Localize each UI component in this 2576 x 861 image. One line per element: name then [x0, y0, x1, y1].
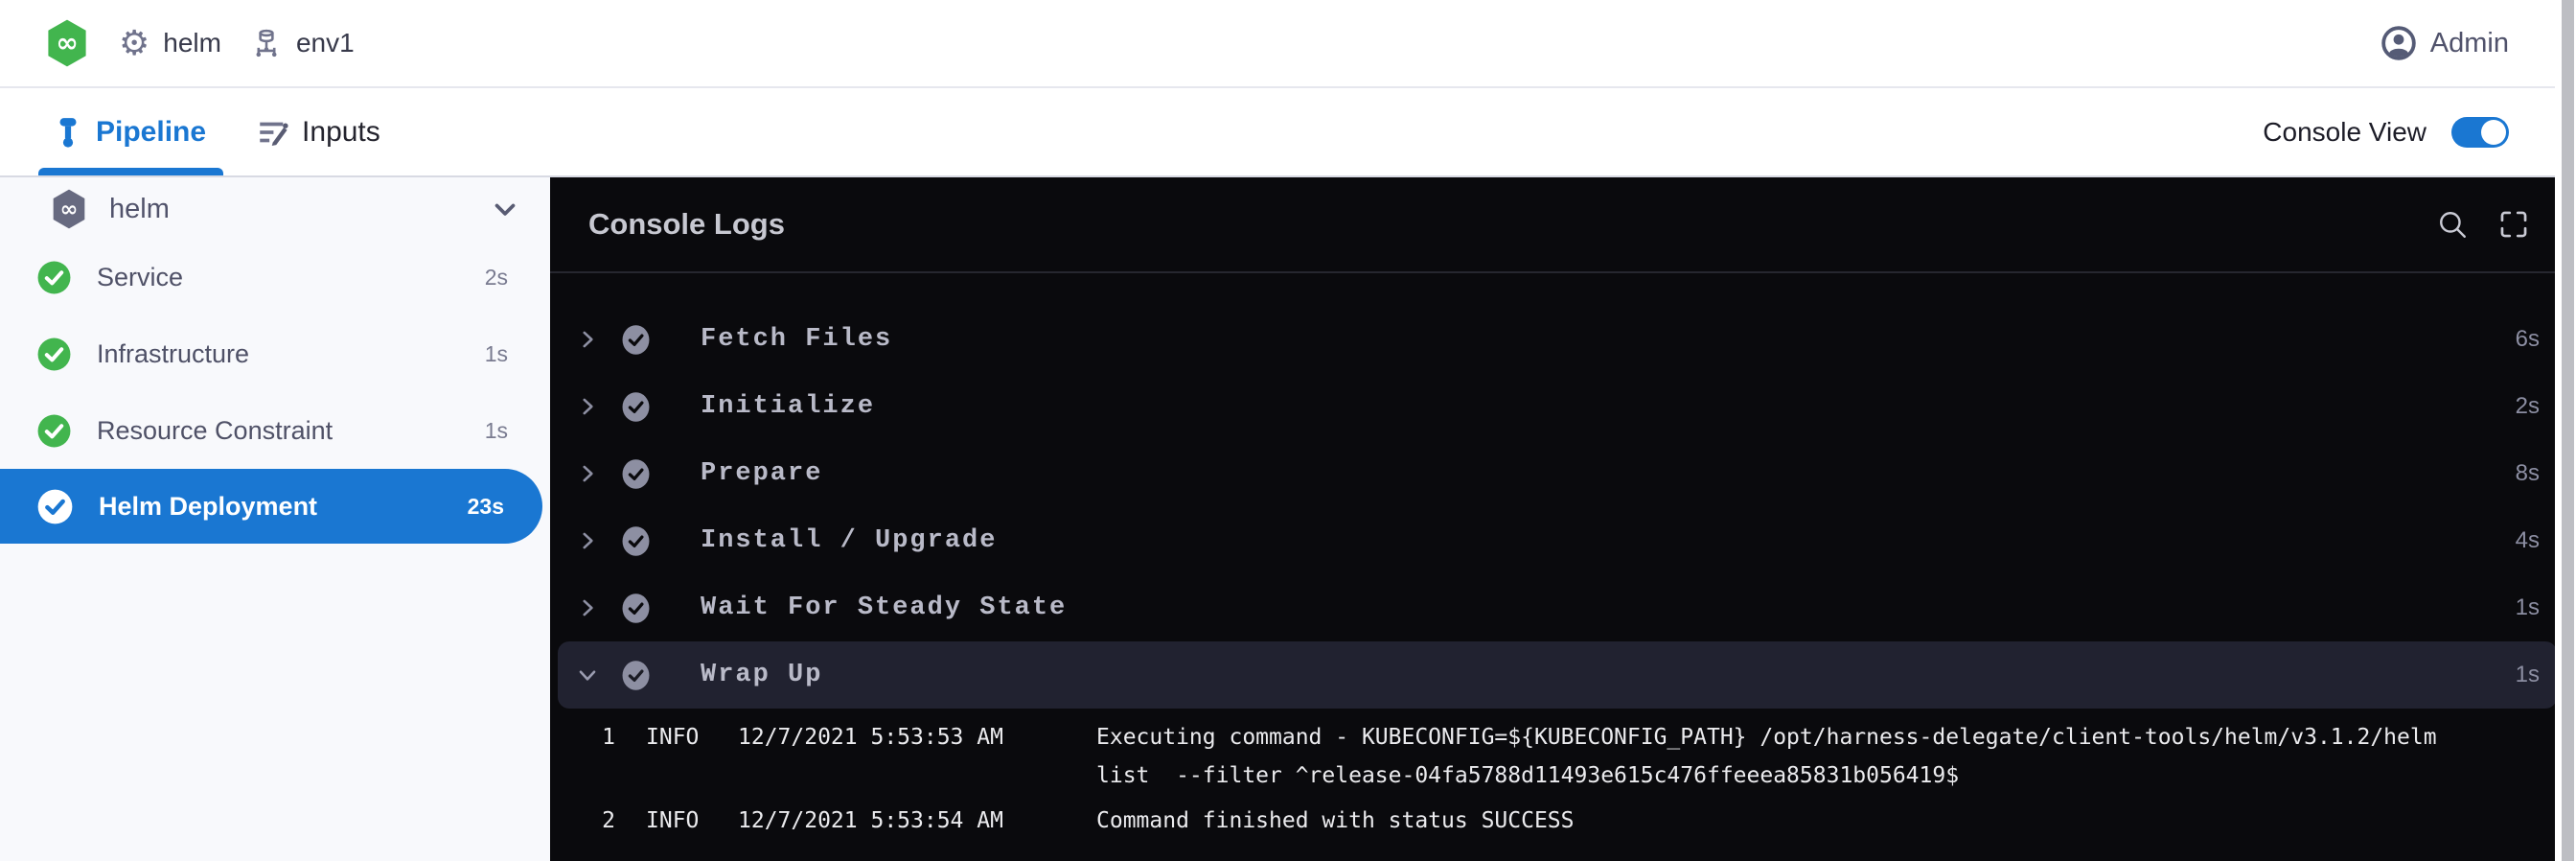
environment-group[interactable]: env1 [250, 27, 355, 59]
pipeline-icon [54, 116, 82, 149]
step-label: Prepare [701, 459, 822, 488]
log-timestamp: 12/7/2021 5:53:54 AM [738, 802, 1016, 840]
console-logs-header: Console Logs [550, 177, 2576, 273]
top-bar: ∞ ⚙ helm env1 Admin [0, 0, 2576, 88]
user-name: Admin [2430, 28, 2509, 59]
tab-inputs[interactable]: Inputs [256, 88, 380, 175]
execution-sidebar: ∞ helm Service 2s Infrastructure 1s [0, 177, 550, 861]
log-line-number: 2 [598, 802, 615, 840]
success-check-icon [36, 413, 72, 449]
chevron-right-icon[interactable] [573, 526, 602, 555]
step-success-icon [621, 525, 651, 557]
scrollbar-thumb[interactable] [2562, 0, 2574, 861]
chevron-down-icon[interactable] [489, 193, 521, 225]
execution-status-icon: ∞ [44, 18, 90, 68]
step-success-icon [621, 458, 651, 490]
log-level: INFO [646, 802, 702, 840]
sidebar-item-helm-deployment[interactable]: Helm Deployment 23s [0, 469, 542, 544]
console-step-install-upgrade[interactable]: Install / Upgrade 4s [550, 507, 2576, 574]
log-line-number: 1 [598, 718, 615, 756]
chevron-right-icon[interactable] [573, 325, 602, 354]
tab-bar: Pipeline Inputs Console View [0, 88, 2576, 177]
chevron-down-icon[interactable] [573, 661, 602, 689]
sidebar-item-duration: 1s [485, 418, 508, 444]
step-label: Fetch Files [701, 325, 892, 354]
step-success-icon [621, 324, 651, 356]
console-view-label: Console View [2263, 117, 2426, 148]
pipeline-name: helm [163, 28, 221, 58]
log-line: 1 INFO 12/7/2021 5:53:53 AM Executing co… [598, 718, 2576, 795]
environment-icon [250, 27, 283, 59]
gear-icon: ⚙ [119, 26, 150, 60]
console-header-icons [2436, 208, 2530, 241]
svg-text:∞: ∞ [56, 27, 78, 58]
log-lines: 1 INFO 12/7/2021 5:53:53 AM Executing co… [550, 709, 2576, 840]
console-step-wait-for-steady-state[interactable]: Wait For Steady State 1s [550, 574, 2576, 641]
console-view-control: Console View [2263, 117, 2509, 148]
step-duration: 4s [2516, 527, 2540, 554]
console-step-wrap-up[interactable]: Wrap Up 1s [558, 641, 2557, 709]
sidebar-item-label: Helm Deployment [99, 492, 317, 522]
console-steps-list: Fetch Files 6s Initialize 2s [550, 273, 2576, 847]
log-message: Command finished with status SUCCESS [1096, 802, 1575, 840]
sidebar-item-duration: 2s [485, 265, 508, 291]
sidebar-item-infrastructure[interactable]: Infrastructure 1s [0, 315, 550, 392]
step-duration: 8s [2516, 460, 2540, 487]
sidebar-item-service[interactable]: Service 2s [0, 239, 550, 315]
sidebar-item-label: Resource Constraint [97, 416, 333, 446]
active-tab-underline [38, 168, 223, 175]
sidebar-item-resource-constraint[interactable]: Resource Constraint 1s [0, 392, 550, 469]
chevron-right-icon[interactable] [573, 459, 602, 488]
console-view-toggle[interactable] [2451, 117, 2509, 148]
step-label: Wrap Up [701, 661, 822, 689]
fullscreen-icon[interactable] [2497, 208, 2530, 241]
stage-name: helm [109, 194, 170, 225]
sidebar-stage-header[interactable]: ∞ helm [0, 179, 550, 239]
sidebar-item-duration: 1s [485, 341, 508, 367]
sidebar-item-label: Service [97, 263, 183, 292]
avatar-icon [2380, 25, 2417, 61]
chevron-right-icon[interactable] [573, 593, 602, 622]
log-line: 2 INFO 12/7/2021 5:53:54 AM Command fini… [598, 802, 2576, 840]
log-timestamp: 12/7/2021 5:53:53 AM [738, 718, 1016, 756]
log-level: INFO [646, 718, 702, 756]
pipeline-name-group[interactable]: ⚙ helm [119, 26, 221, 60]
stage-hexagon-icon: ∞ [50, 188, 88, 230]
step-duration: 2s [2516, 393, 2540, 420]
console-step-prepare[interactable]: Prepare 8s [550, 440, 2576, 507]
main-content: ∞ helm Service 2s Infrastructure 1s [0, 177, 2576, 861]
step-duration: 6s [2516, 326, 2540, 353]
step-duration: 1s [2516, 662, 2540, 688]
inputs-icon [256, 116, 288, 149]
tab-pipeline-label: Pipeline [96, 116, 206, 149]
toggle-knob [2481, 120, 2506, 145]
console-logs-title: Console Logs [588, 207, 785, 242]
scrollbar-track[interactable] [2555, 0, 2576, 861]
console-step-initialize[interactable]: Initialize 2s [550, 373, 2576, 440]
step-duration: 1s [2516, 594, 2540, 621]
step-success-icon [621, 593, 651, 624]
search-icon[interactable] [2436, 208, 2469, 241]
step-label: Wait For Steady State [701, 593, 1067, 622]
console-logs-panel: Console Logs [550, 177, 2576, 861]
tab-pipeline[interactable]: Pipeline [54, 88, 206, 175]
success-check-icon [36, 488, 74, 525]
chevron-right-icon[interactable] [573, 392, 602, 421]
svg-text:∞: ∞ [60, 198, 79, 222]
tabs: Pipeline Inputs [54, 88, 380, 175]
success-check-icon [36, 260, 72, 295]
user-menu[interactable]: Admin [2380, 25, 2509, 61]
step-success-icon [621, 391, 651, 423]
success-check-icon [36, 337, 72, 372]
step-success-icon [621, 660, 651, 691]
step-label: Initialize [701, 392, 875, 421]
environment-name: env1 [296, 28, 355, 58]
log-message: Executing command - KUBECONFIG=${KUBECON… [1096, 718, 2476, 795]
console-step-fetch-files[interactable]: Fetch Files 6s [550, 306, 2576, 373]
step-label: Install / Upgrade [701, 526, 997, 555]
sidebar-item-label: Infrastructure [97, 339, 249, 369]
tab-inputs-label: Inputs [302, 116, 380, 149]
sidebar-item-duration: 23s [468, 494, 504, 520]
top-bar-left: ∞ ⚙ helm env1 [44, 18, 355, 68]
